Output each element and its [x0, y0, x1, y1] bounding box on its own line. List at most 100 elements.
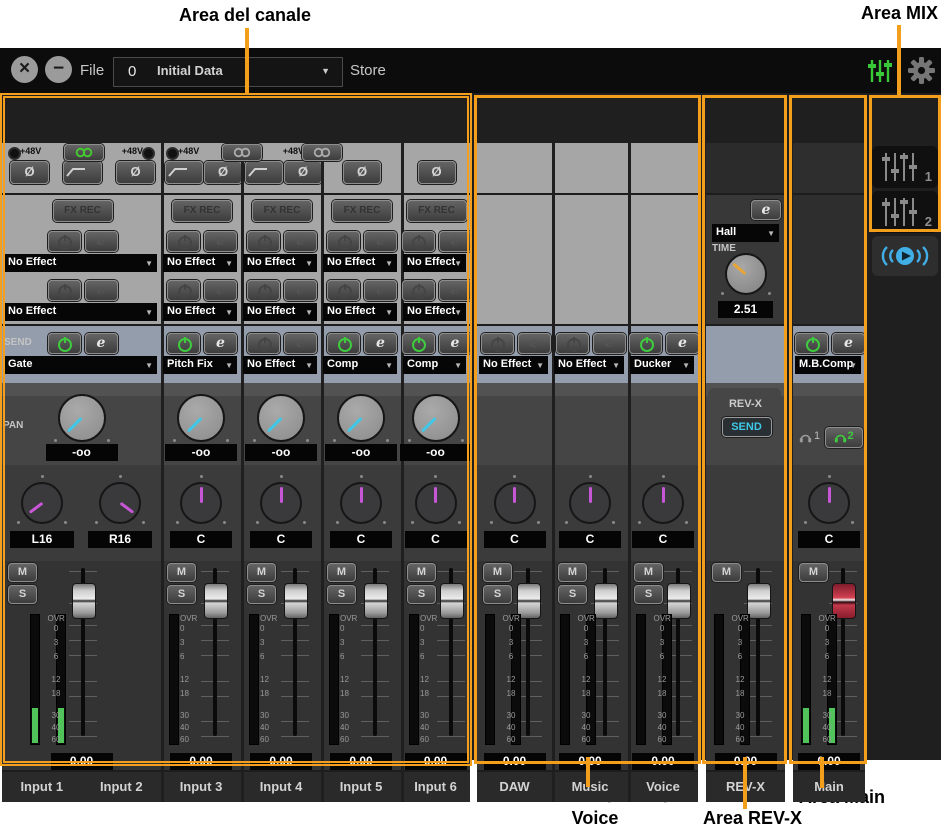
mute-button[interactable]: M: [407, 563, 436, 582]
fx-slot1-edit-button[interactable]: e: [204, 231, 237, 252]
solo-button[interactable]: S: [167, 585, 196, 604]
stereo-link-button-3[interactable]: [302, 144, 342, 161]
fader-handle[interactable]: [594, 583, 618, 619]
mute-button[interactable]: M: [327, 563, 356, 582]
channel-view-icon[interactable]: [866, 57, 894, 85]
reverb-edit-button[interactable]: e: [751, 200, 781, 220]
dynamics-select[interactable]: No Effect: [243, 356, 317, 374]
fx-slot1-select[interactable]: No Effect: [163, 254, 237, 272]
fx-slot2-power-button[interactable]: [327, 280, 360, 301]
dynamics-select[interactable]: M.B.Comp: [795, 356, 861, 374]
dynamics-select[interactable]: No Effect: [554, 356, 624, 374]
send-knob[interactable]: [411, 394, 460, 442]
mute-button[interactable]: M: [558, 563, 587, 582]
mute-button[interactable]: M: [799, 563, 828, 582]
fader-handle[interactable]: [204, 583, 228, 619]
dynamics-edit-button[interactable]: e: [517, 333, 551, 354]
fx-slot2-edit-button[interactable]: e: [364, 280, 397, 301]
dynamics-edit-button[interactable]: e: [666, 333, 699, 354]
minimize-button[interactable]: −: [45, 56, 72, 83]
solo-button[interactable]: S: [327, 585, 356, 604]
fx-slot2-select[interactable]: No Effect: [243, 303, 317, 321]
send-knob[interactable]: [177, 394, 225, 442]
send-knob[interactable]: [57, 394, 106, 442]
pan-knob-1[interactable]: [21, 482, 63, 524]
fx-slot2-power-button[interactable]: [47, 280, 81, 301]
fx-slot1-select[interactable]: No Effect: [323, 254, 397, 272]
dynamics-power-button[interactable]: [556, 333, 589, 354]
fader-handle[interactable]: [284, 583, 308, 619]
dynamics-power-button[interactable]: [629, 333, 662, 354]
dynamics-select[interactable]: Pitch Fix: [163, 356, 237, 374]
fx-slot2-select[interactable]: No Effect: [163, 303, 237, 321]
fx-slot2-edit-button[interactable]: e: [438, 280, 472, 301]
fx-slot2-select[interactable]: No Effect: [4, 303, 157, 321]
fx-slot2-edit-button[interactable]: e: [284, 280, 317, 301]
store-button[interactable]: Store: [350, 62, 386, 79]
solo-button[interactable]: S: [483, 585, 512, 604]
fx-slot1-edit-button[interactable]: e: [364, 231, 397, 252]
reverb-type-select[interactable]: Hall: [712, 224, 779, 242]
hpf-button[interactable]: [165, 161, 203, 184]
preset-select[interactable]: 0 Initial Data: [113, 57, 343, 87]
dynamics-select[interactable]: Comp: [323, 356, 397, 374]
fader-handle[interactable]: [364, 583, 388, 619]
dynamics-select[interactable]: Comp: [403, 356, 466, 374]
close-button[interactable]: ×: [11, 56, 38, 83]
send-knob[interactable]: [337, 394, 385, 442]
fx-slot2-power-button[interactable]: [167, 280, 200, 301]
pan-knob[interactable]: [642, 482, 684, 524]
fx-slot1-power-button[interactable]: [167, 231, 200, 252]
mute-button[interactable]: M: [167, 563, 196, 582]
fx-slot1-select[interactable]: No Effect: [243, 254, 317, 272]
fader-handle[interactable]: [440, 583, 464, 619]
phase-button[interactable]: Ø: [204, 161, 242, 184]
send-knob[interactable]: [257, 394, 305, 442]
hpf-button[interactable]: [245, 161, 283, 184]
time-knob[interactable]: [724, 253, 767, 295]
dynamics-edit-button[interactable]: e: [438, 333, 472, 354]
dynamics-power-button[interactable]: [167, 333, 200, 354]
fx-rec-button[interactable]: FX REC: [332, 200, 392, 222]
fx-slot2-select[interactable]: No Effect: [403, 303, 466, 321]
pan-knob-2[interactable]: [99, 482, 141, 524]
fx-slot1-power-button[interactable]: [327, 231, 360, 252]
dynamics-edit-button[interactable]: e: [84, 333, 118, 354]
solo-button[interactable]: S: [407, 585, 436, 604]
fx-slot2-power-button[interactable]: [401, 280, 435, 301]
mix-scene-2-button[interactable]: 2: [872, 191, 938, 233]
fader-handle[interactable]: [747, 583, 771, 619]
loopback-button[interactable]: [872, 236, 938, 276]
dynamics-power-button[interactable]: [795, 333, 828, 354]
phase-button[interactable]: Ø: [10, 161, 49, 184]
phase-button[interactable]: Ø: [417, 161, 456, 184]
phase-button[interactable]: Ø: [284, 161, 322, 184]
fx-slot1-power-button[interactable]: [401, 231, 435, 252]
fx-rec-button[interactable]: FX REC: [52, 200, 113, 222]
phones2-button[interactable]: 2: [825, 427, 863, 448]
dynamics-select[interactable]: Ducker: [630, 356, 694, 374]
dynamics-select[interactable]: Gate: [4, 356, 157, 374]
fx-slot1-edit-button[interactable]: e: [438, 231, 472, 252]
mix-scene-1-button[interactable]: 1: [872, 146, 938, 188]
dynamics-power-button[interactable]: [480, 333, 514, 354]
phase-button[interactable]: Ø: [343, 161, 381, 184]
pan-knob[interactable]: [808, 482, 850, 524]
fx-rec-button[interactable]: FX REC: [172, 200, 232, 222]
pan-knob[interactable]: [340, 482, 382, 524]
fx-rec-button[interactable]: FX REC: [406, 200, 467, 222]
phase-button[interactable]: Ø: [116, 161, 155, 184]
mute-button[interactable]: M: [634, 563, 663, 582]
mute-button[interactable]: M: [247, 563, 276, 582]
stereo-link-button-2[interactable]: [222, 144, 262, 161]
dynamics-edit-button[interactable]: e: [204, 333, 237, 354]
fader-handle[interactable]: [72, 583, 96, 619]
solo-button[interactable]: S: [8, 585, 37, 604]
mute-button[interactable]: M: [483, 563, 512, 582]
fx-slot1-power-button[interactable]: [47, 231, 81, 252]
solo-button[interactable]: S: [247, 585, 276, 604]
pan-knob[interactable]: [493, 482, 536, 524]
fx-slot1-power-button[interactable]: [247, 231, 280, 252]
mute-button[interactable]: M: [8, 563, 37, 582]
dynamics-edit-button[interactable]: e: [832, 333, 865, 354]
